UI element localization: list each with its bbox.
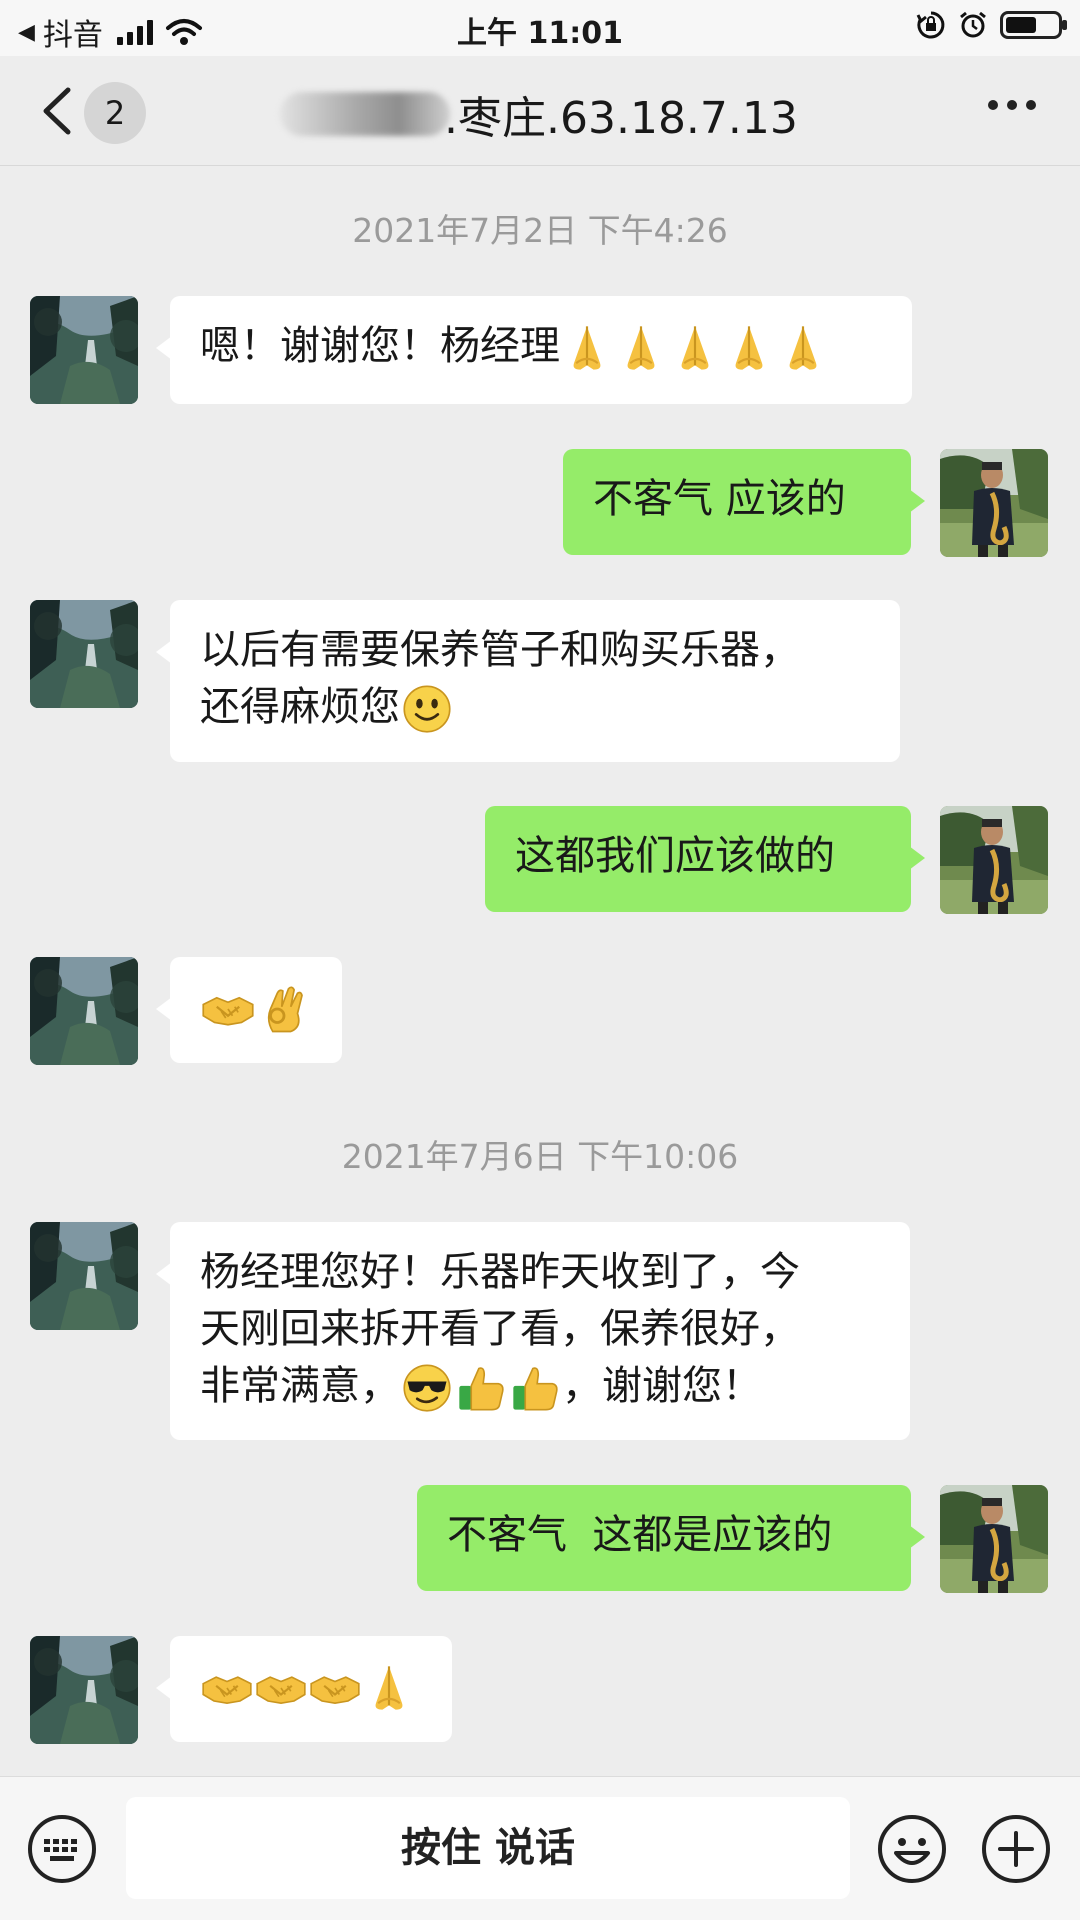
received-message-bubble[interactable]: 杨经理您好！乐器昨天收到了，今 天刚回来拆开看了看，保养很好， 非常满意， ，谢谢… [156, 1222, 910, 1440]
sent-message-bubble[interactable]: 不客气 应该的 [563, 449, 925, 555]
timestamp: 2021年7月2日 下午4:26 [352, 211, 728, 250]
chat-input-bar: 按住 说话 [0, 1776, 1080, 1920]
message-line: 还得麻烦您 [200, 684, 400, 730]
message-text: 不客气 这都是应该的 [447, 1512, 833, 1558]
ok-hand-emoji-icon [257, 982, 311, 1036]
keyboard-icon[interactable] [26, 1813, 98, 1885]
message-line: 天刚回来拆开看了看，保养很好， [200, 1306, 800, 1352]
battery-level [1006, 17, 1036, 33]
received-message-bubble[interactable]: 以后有需要保养管子和购买乐器， 还得麻烦您 [156, 600, 900, 762]
unread-count-badge[interactable]: 2 [84, 82, 146, 144]
contact-avatar[interactable] [30, 296, 138, 404]
contact-avatar[interactable] [30, 1222, 138, 1330]
sent-message-bubble[interactable]: 不客气 这都是应该的 [417, 1485, 925, 1591]
back-chevron-icon[interactable] [34, 82, 84, 140]
handshake-emoji-icon [255, 1662, 307, 1714]
message-line: 非常满意， [200, 1363, 400, 1409]
pray-emoji-icon [777, 322, 829, 374]
pray-emoji-icon [723, 322, 775, 374]
more-dots-icon[interactable] [988, 100, 1036, 110]
message-text: 不客气 应该的 [593, 476, 846, 522]
alarm-icon [960, 11, 986, 38]
contact-avatar[interactable] [30, 600, 138, 708]
rotation-lock-icon [916, 11, 945, 39]
message-line: 以后有需要保养管子和购买乐器， [200, 627, 800, 673]
pray-emoji-icon [561, 322, 613, 374]
message-line: ，谢谢您！ [562, 1363, 762, 1409]
plus-icon[interactable] [980, 1813, 1052, 1885]
message-text: 嗯！谢谢您！杨经理 [200, 323, 560, 369]
contact-avatar[interactable] [30, 957, 138, 1065]
redacted-name-blur [280, 92, 450, 136]
my-avatar[interactable] [940, 1485, 1048, 1593]
emoji-icon[interactable] [876, 1813, 948, 1885]
sunglasses-emoji-icon [401, 1362, 453, 1414]
received-message-bubble[interactable]: 嗯！谢谢您！杨经理 [156, 296, 912, 404]
pray-emoji-icon [615, 322, 667, 374]
hold-to-talk-button[interactable]: 按住 说话 [126, 1797, 850, 1899]
chat-header: 2 .枣庄.63.18.7.13 [0, 56, 1080, 166]
timestamp: 2021年7月6日 下午10:06 [341, 1137, 739, 1176]
contact-avatar[interactable] [30, 1636, 138, 1744]
handshake-emoji-icon [309, 1662, 361, 1714]
handshake-emoji-icon [201, 1662, 253, 1714]
received-message-bubble[interactable] [156, 957, 342, 1063]
message-line: 杨经理您好！乐器昨天收到了，今 [200, 1249, 800, 1295]
received-message-bubble[interactable] [156, 1636, 452, 1742]
sent-message-bubble[interactable]: 这都我们应该做的 [485, 806, 925, 912]
my-avatar[interactable] [940, 806, 1048, 914]
thumbs-up-emoji-icon [455, 1362, 507, 1414]
my-avatar[interactable] [940, 449, 1048, 557]
smile-emoji-icon [401, 683, 453, 735]
handshake-emoji-icon [201, 982, 255, 1036]
status-bar: ◀ 抖音 上午 11:01 [0, 0, 1080, 56]
battery-icon [1000, 11, 1067, 39]
thumbs-up-emoji-icon [509, 1362, 561, 1414]
pray-emoji-icon [669, 322, 721, 374]
message-text: 这都我们应该做的 [515, 833, 835, 879]
pray-emoji-icon [363, 1662, 415, 1714]
chat-title: .枣庄.63.18.7.13 [444, 93, 798, 144]
